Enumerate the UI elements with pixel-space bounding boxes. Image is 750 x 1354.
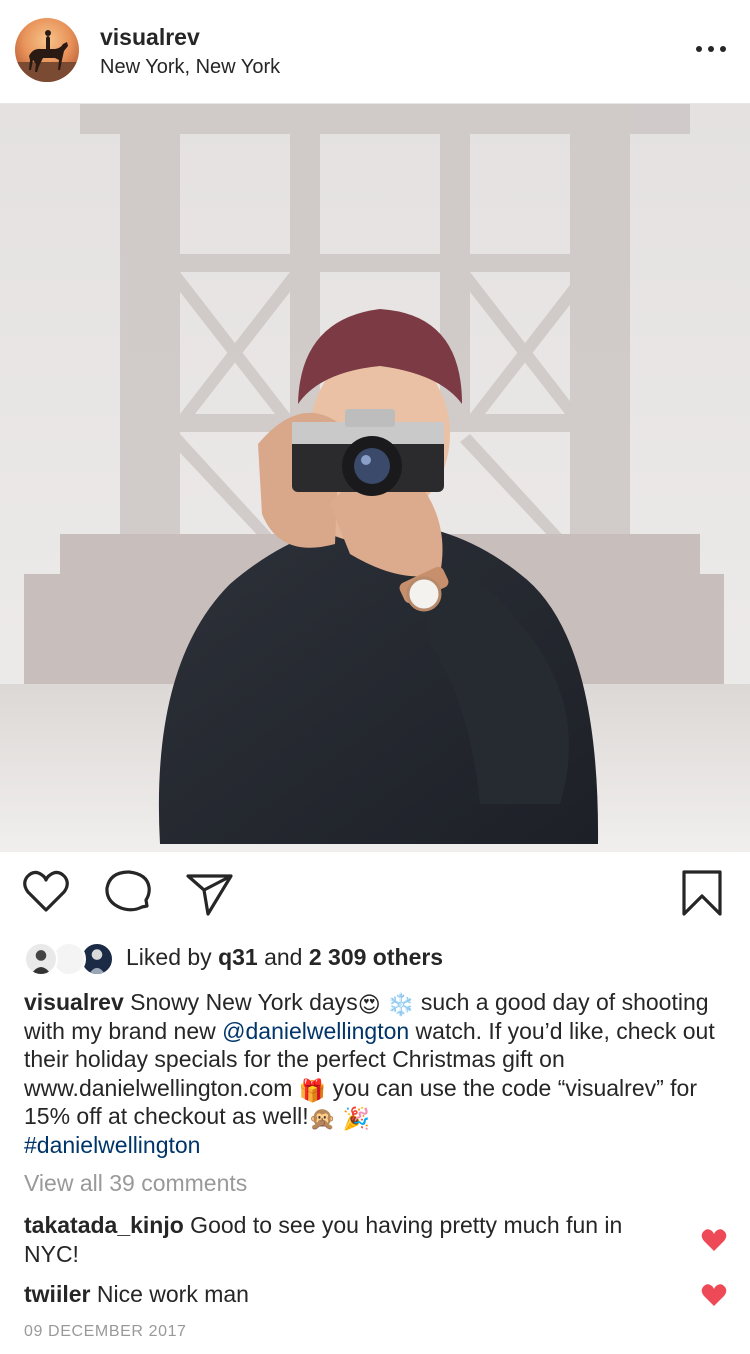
comment-bubble-icon[interactable] bbox=[102, 866, 154, 918]
likes-count[interactable]: 2 309 others bbox=[309, 944, 443, 970]
more-horizontal-icon[interactable] bbox=[692, 40, 732, 60]
likes-user[interactable]: q31 bbox=[218, 944, 258, 970]
comment-item: twiiler Nice work man bbox=[24, 1280, 674, 1309]
post-username[interactable]: visualrev bbox=[100, 24, 200, 51]
liker-avatar bbox=[24, 942, 58, 976]
snowflake-emoji-icon: ❄️ bbox=[387, 992, 415, 1017]
gift-emoji-icon: 🎁 bbox=[298, 1077, 327, 1103]
post-caption: visualrev Snowy New York days😍 ❄️ such a… bbox=[24, 988, 724, 1159]
post-header: visualrev New York, New York bbox=[0, 0, 750, 104]
post-photo[interactable] bbox=[0, 104, 750, 852]
comment-like-heart-icon[interactable] bbox=[701, 1228, 727, 1252]
party-popper-emoji-icon: 🎉 bbox=[342, 1106, 370, 1131]
comment-username[interactable]: twiiler bbox=[24, 1281, 90, 1307]
caption-text: Snowy New York days bbox=[123, 989, 358, 1015]
view-all-comments-link[interactable]: View all 39 comments bbox=[24, 1170, 247, 1197]
post-location[interactable]: New York, New York bbox=[100, 56, 280, 79]
likes-middle: and bbox=[257, 944, 309, 970]
horse-rider-image bbox=[15, 30, 79, 82]
likes-prefix: Liked by bbox=[126, 944, 219, 970]
speak-no-evil-monkey-emoji-icon: 🙊 bbox=[308, 1106, 337, 1131]
post-date: 09 DECEMBER 2017 bbox=[24, 1323, 187, 1340]
heart-eyes-emoji-icon: 😍 bbox=[357, 992, 381, 1017]
comment-text: Nice work man bbox=[90, 1281, 249, 1307]
photo-image bbox=[0, 104, 750, 852]
likes-row: Liked by q31 and 2 309 others bbox=[24, 940, 724, 978]
comment-like-heart-icon[interactable] bbox=[701, 1283, 727, 1307]
share-paper-plane-icon[interactable] bbox=[183, 866, 235, 918]
bookmark-icon[interactable] bbox=[676, 866, 728, 918]
comment-username[interactable]: takatada_kinjo bbox=[24, 1212, 184, 1238]
likes-text[interactable]: Liked by q31 and 2 309 others bbox=[126, 944, 443, 971]
caption-hashtag-link[interactable]: #danielwellington bbox=[24, 1132, 200, 1158]
comment-item: takatada_kinjo Good to see you having pr… bbox=[24, 1211, 674, 1268]
caption-mention-link[interactable]: @danielwellington bbox=[222, 1018, 409, 1044]
caption-username[interactable]: visualrev bbox=[24, 989, 124, 1015]
action-bar bbox=[0, 852, 750, 932]
avatar[interactable] bbox=[15, 18, 79, 82]
heart-outline-icon[interactable] bbox=[20, 866, 72, 918]
